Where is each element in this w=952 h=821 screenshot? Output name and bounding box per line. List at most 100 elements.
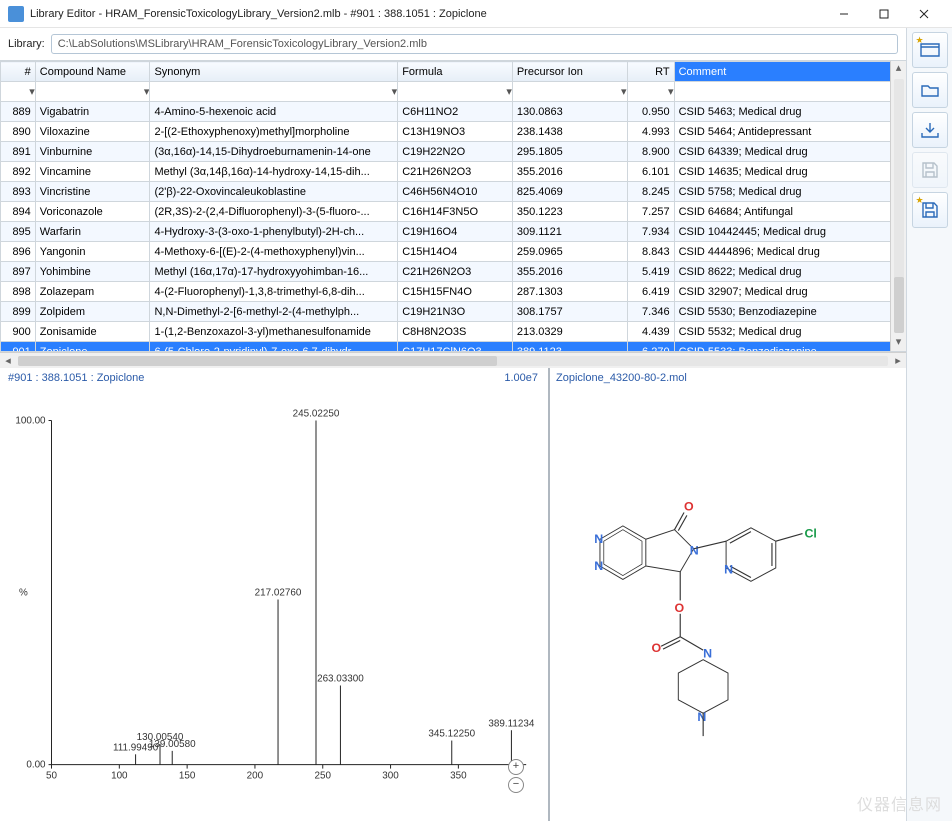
library-path-field[interactable]: C:\LabSolutions\MSLibrary\HRAM_ForensicT… (51, 34, 898, 54)
cell-name[interactable]: Warfarin (35, 222, 150, 242)
table-row[interactable]: 890Viloxazine2-[(2-Ethoxyphenoxy)methyl]… (1, 122, 906, 142)
cell-formula[interactable]: C16H14F3N5O (398, 202, 513, 222)
table-row[interactable]: 893Vincristine(2'β)-22-Oxovincaleukoblas… (1, 182, 906, 202)
col-name[interactable]: Compound Name (35, 62, 150, 82)
cell-prec[interactable]: 287.1303 (512, 282, 627, 302)
cell-name[interactable]: Zonisamide (35, 322, 150, 342)
table-vscrollbar[interactable]: ▴▾ (890, 61, 906, 351)
cell-formula[interactable]: C19H22N2O (398, 142, 513, 162)
cell-idx[interactable]: 889 (1, 102, 36, 122)
cell-com[interactable]: CSID 32907; Medical drug (674, 282, 905, 302)
cell-prec[interactable]: 355.2016 (512, 162, 627, 182)
cell-name[interactable]: Vincamine (35, 162, 150, 182)
col-rt[interactable]: RT (627, 62, 674, 82)
cell-idx[interactable]: 894 (1, 202, 36, 222)
cell-syn[interactable]: 1-(1,2-Benzoxazol-3-yl)methanesulfonamid… (150, 322, 398, 342)
cell-name[interactable]: Vigabatrin (35, 102, 150, 122)
table-row[interactable]: 900Zonisamide1-(1,2-Benzoxazol-3-yl)meth… (1, 322, 906, 342)
cell-prec[interactable]: 130.0863 (512, 102, 627, 122)
cell-rt[interactable]: 7.257 (627, 202, 674, 222)
table-row[interactable]: 891Vinburnine(3α,16α)-14,15-Dihydroeburn… (1, 142, 906, 162)
table-row[interactable]: 901Zopiclone6-(5-Chloro-2-pyridinyl)-7-o… (1, 342, 906, 353)
cell-prec[interactable]: 355.2016 (512, 262, 627, 282)
cell-rt[interactable]: 7.346 (627, 302, 674, 322)
cell-syn[interactable]: 2-[(2-Ethoxyphenoxy)methyl]morpholine (150, 122, 398, 142)
structure-pane[interactable]: Zopiclone_43200-80-2.mol N N O N (550, 368, 906, 821)
cell-syn[interactable]: (2'β)-22-Oxovincaleukoblastine (150, 182, 398, 202)
table-row[interactable]: 895Warfarin4-Hydroxy-3-(3-oxo-1-phenylbu… (1, 222, 906, 242)
cell-syn[interactable]: Methyl (3α,14β,16α)-14-hydroxy-14,15-dih… (150, 162, 398, 182)
open-library-button[interactable] (912, 72, 948, 108)
cell-syn[interactable]: 4-Methoxy-6-[(E)-2-(4-methoxyphenyl)vin.… (150, 242, 398, 262)
table-row[interactable]: 898Zolazepam4-(2-Fluorophenyl)-1,3,8-tri… (1, 282, 906, 302)
cell-name[interactable]: Voriconazole (35, 202, 150, 222)
cell-name[interactable]: Zolpidem (35, 302, 150, 322)
table-filter-row[interactable]: ▾ ▾ ▾ ▾ ▾ ▾ ▾ (1, 82, 906, 102)
cell-formula[interactable]: C6H11NO2 (398, 102, 513, 122)
cell-prec[interactable]: 295.1805 (512, 142, 627, 162)
filter-icon[interactable]: ▾ (668, 85, 674, 98)
cell-syn[interactable]: 4-Amino-5-hexenoic acid (150, 102, 398, 122)
cell-formula[interactable]: C19H16O4 (398, 222, 513, 242)
cell-prec[interactable]: 389.1123 (512, 342, 627, 353)
cell-formula[interactable]: C21H26N2O3 (398, 262, 513, 282)
cell-syn[interactable]: (3α,16α)-14,15-Dihydroeburnamenin-14-one (150, 142, 398, 162)
cell-name[interactable]: Zopiclone (35, 342, 150, 353)
table-row[interactable]: 894Voriconazole(2R,3S)-2-(2,4-Difluoroph… (1, 202, 906, 222)
cell-com[interactable]: CSID 5464; Antidepressant (674, 122, 905, 142)
cell-name[interactable]: Yohimbine (35, 262, 150, 282)
cell-idx[interactable]: 897 (1, 262, 36, 282)
filter-icon[interactable]: ▾ (621, 85, 627, 98)
cell-prec[interactable]: 259.0965 (512, 242, 627, 262)
filter-icon[interactable]: ▾ (144, 85, 150, 98)
cell-formula[interactable]: C8H8N2O3S (398, 322, 513, 342)
cell-com[interactable]: CSID 14635; Medical drug (674, 162, 905, 182)
cell-com[interactable]: CSID 8622; Medical drug (674, 262, 905, 282)
table-row[interactable]: 897YohimbineMethyl (16α,17α)-17-hydroxyy… (1, 262, 906, 282)
cell-formula[interactable]: C15H14O4 (398, 242, 513, 262)
col-formula[interactable]: Formula (398, 62, 513, 82)
cell-formula[interactable]: C15H15FN4O (398, 282, 513, 302)
save-as-button[interactable]: ★ (912, 192, 948, 228)
cell-com[interactable]: CSID 64339; Medical drug (674, 142, 905, 162)
cell-name[interactable]: Yangonin (35, 242, 150, 262)
cell-name[interactable]: Zolazepam (35, 282, 150, 302)
cell-rt[interactable]: 6.101 (627, 162, 674, 182)
filter-icon[interactable]: ▾ (506, 85, 512, 98)
cell-formula[interactable]: C19H21N3O (398, 302, 513, 322)
cell-rt[interactable]: 4.993 (627, 122, 674, 142)
compound-table[interactable]: # Compound Name Synonym Formula Precurso… (0, 60, 906, 352)
cell-idx[interactable]: 901 (1, 342, 36, 353)
new-library-button[interactable]: ★ (912, 32, 948, 68)
table-row[interactable]: 889Vigabatrin4-Amino-5-hexenoic acidC6H1… (1, 102, 906, 122)
cell-syn[interactable]: Methyl (16α,17α)-17-hydroxyyohimban-16..… (150, 262, 398, 282)
maximize-button[interactable] (864, 0, 904, 28)
cell-idx[interactable]: 893 (1, 182, 36, 202)
save-button[interactable] (912, 152, 948, 188)
cell-formula[interactable]: C21H26N2O3 (398, 162, 513, 182)
spectrum-pane[interactable]: #901 : 388.1051 : Zopiclone 1.00e7 100.0… (0, 368, 550, 821)
table-row[interactable]: 892VincamineMethyl (3α,14β,16α)-14-hydro… (1, 162, 906, 182)
zoom-in-button[interactable]: + (508, 759, 524, 775)
cell-syn[interactable]: (2R,3S)-2-(2,4-Difluorophenyl)-3-(5-fluo… (150, 202, 398, 222)
cell-name[interactable]: Vinburnine (35, 142, 150, 162)
cell-rt[interactable]: 5.419 (627, 262, 674, 282)
cell-prec[interactable]: 308.1757 (512, 302, 627, 322)
cell-rt[interactable]: 0.950 (627, 102, 674, 122)
cell-rt[interactable]: 4.439 (627, 322, 674, 342)
cell-idx[interactable]: 895 (1, 222, 36, 242)
close-button[interactable] (904, 0, 944, 28)
cell-rt[interactable]: 6.270 (627, 342, 674, 353)
table-row[interactable]: 896Yangonin4-Methoxy-6-[(E)-2-(4-methoxy… (1, 242, 906, 262)
cell-com[interactable]: CSID 4444896; Medical drug (674, 242, 905, 262)
cell-rt[interactable]: 7.934 (627, 222, 674, 242)
zoom-out-button[interactable]: − (508, 777, 524, 793)
cell-rt[interactable]: 8.843 (627, 242, 674, 262)
cell-name[interactable]: Vincristine (35, 182, 150, 202)
cell-syn[interactable]: 6-(5-Chloro-2-pyridinyl)-7-oxo-6,7-dihyd… (150, 342, 398, 353)
cell-prec[interactable]: 309.1121 (512, 222, 627, 242)
table-hscrollbar[interactable]: ◂▸ (0, 352, 906, 368)
table-header-row[interactable]: # Compound Name Synonym Formula Precurso… (1, 62, 906, 82)
filter-icon[interactable]: ▾ (29, 85, 35, 98)
cell-idx[interactable]: 891 (1, 142, 36, 162)
